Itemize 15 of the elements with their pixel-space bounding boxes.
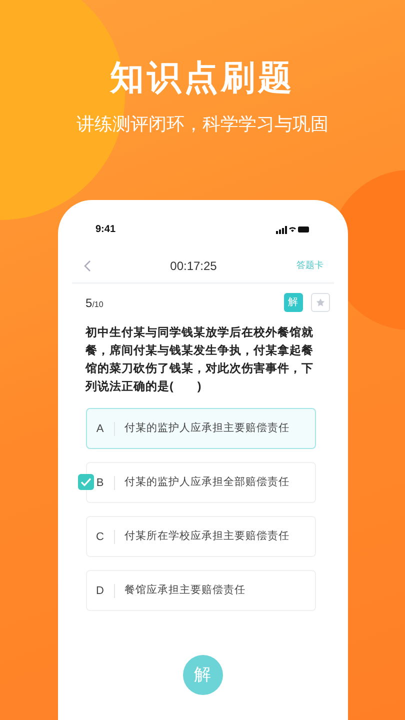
question-text: 初中生付某与同学钱某放学后在校外餐馆就餐，席间付某与钱某发生争执，付某拿起餐馆的菜刀砍伤了钱某，对此次伤害事件，下列说法正确的是( ): [86, 325, 314, 395]
answer-option[interactable]: C 付某所在学校应承担主要赔偿责任: [86, 516, 316, 557]
question-counter: 5/10: [86, 294, 104, 312]
back-icon[interactable]: [84, 260, 90, 272]
star-icon: [316, 298, 324, 307]
subheadline: 讲练测评闭环，科学学习与巩固: [76, 113, 330, 136]
status-time: 9:41: [96, 222, 116, 236]
checkbox[interactable]: [78, 474, 94, 490]
timer: 00:17:25: [170, 258, 217, 275]
star-button[interactable]: [310, 293, 330, 312]
headline: 知识点刷题: [108, 58, 296, 99]
answer-option[interactable]: B 付某的监护人应承担全部赔偿责任: [86, 462, 316, 503]
answer-option[interactable]: A 付某的监护人应承担主要赔偿责任: [86, 408, 316, 449]
answer-option[interactable]: D 餐馆应承担主要赔偿责任: [86, 570, 316, 611]
status-icons: [276, 224, 310, 234]
